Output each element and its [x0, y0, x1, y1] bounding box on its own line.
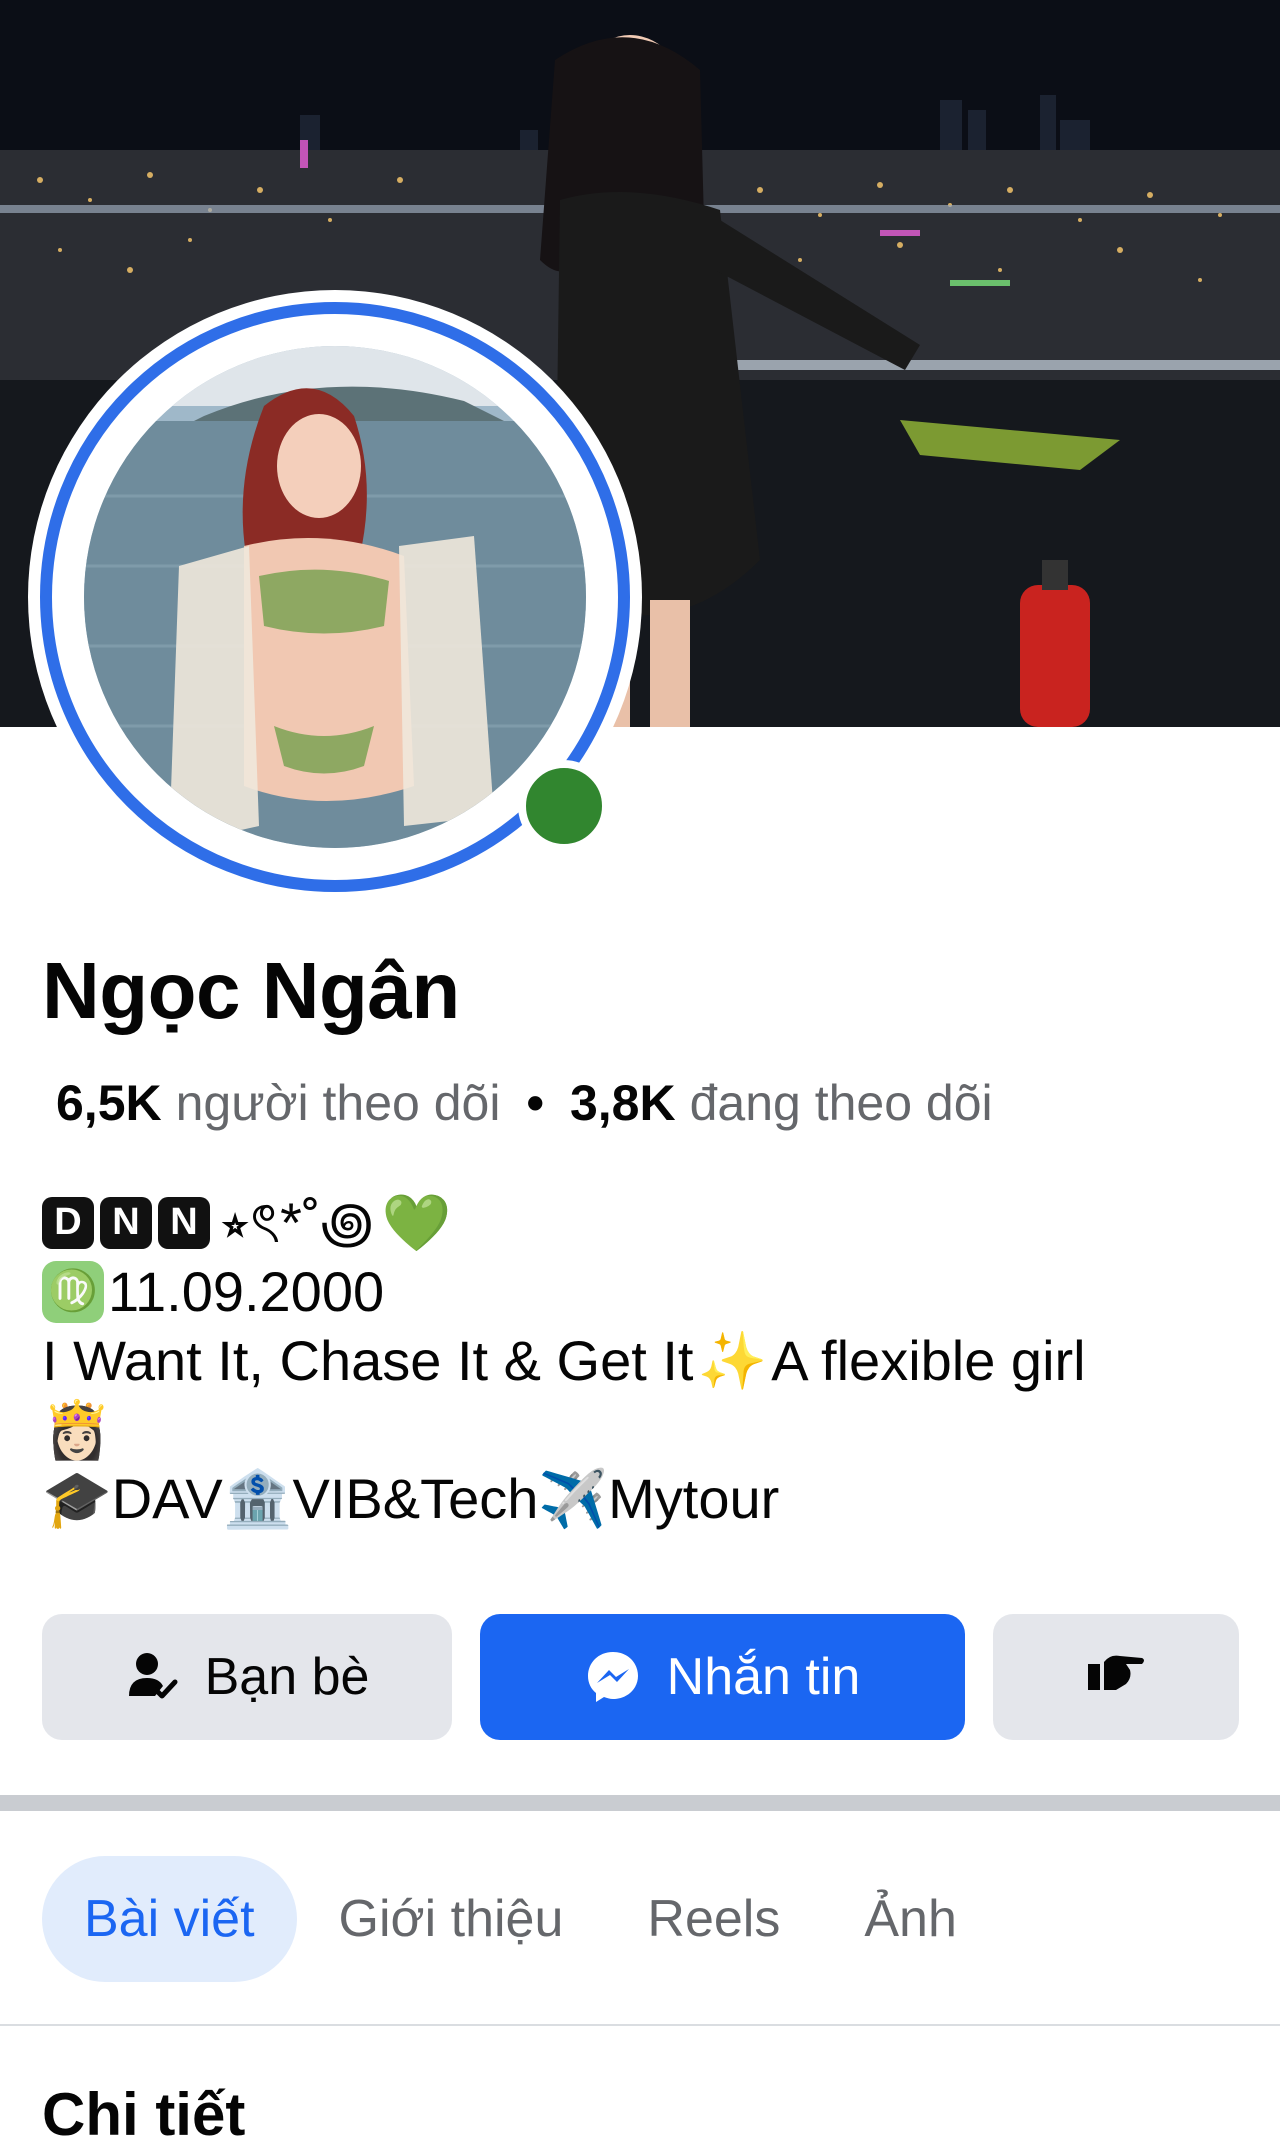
- profile-name: Ngọc Ngân: [42, 946, 460, 1035]
- sparkles-icon: ✨: [697, 1329, 768, 1392]
- bio-work: VIB&Tech: [292, 1467, 539, 1530]
- airplane-icon: ✈️: [538, 1467, 609, 1530]
- section-divider: [0, 1795, 1280, 1811]
- tab-about[interactable]: Giới thiệu: [297, 1856, 606, 1982]
- details-section-title: Chi tiết: [42, 2081, 246, 2148]
- bio-line-3: I Want It, Chase It & Get It ✨ A flexibl…: [42, 1326, 1252, 1395]
- tabs-divider: [0, 2024, 1280, 2026]
- follow-stats: 6,5K người theo dõi • 3,8K đang theo dõi: [56, 1073, 993, 1133]
- poke-button[interactable]: [993, 1614, 1239, 1740]
- green-heart-icon: 💚: [381, 1191, 452, 1254]
- message-button-label: Nhắn tin: [666, 1648, 861, 1706]
- followers-count[interactable]: 6,5K: [56, 1074, 162, 1132]
- bio-letter-n: N: [100, 1196, 152, 1249]
- friends-button-label: Bạn bè: [204, 1648, 370, 1706]
- bio-birthday: 11.09.2000: [108, 1260, 385, 1323]
- tab-photos[interactable]: Ảnh: [822, 1856, 999, 1982]
- online-status-indicator: [518, 760, 610, 852]
- bio-symbols: ⭒ৎ*˚꩜: [220, 1191, 374, 1254]
- bio-motto: I Want It, Chase It & Get It: [42, 1329, 694, 1392]
- profile-tabs: Bài viết Giới thiệu Reels Ảnh: [42, 1856, 999, 1982]
- friend-check-icon: [125, 1650, 179, 1704]
- stats-separator: •: [526, 1075, 544, 1131]
- princess-icon: 👸🏻: [42, 1398, 112, 1461]
- bio-letter-n-2: N: [158, 1196, 210, 1249]
- messenger-icon: [585, 1649, 641, 1705]
- message-button[interactable]: Nhắn tin: [480, 1614, 965, 1740]
- bio-motto-2: A flexible girl: [771, 1329, 1086, 1392]
- bio-line-4: 👸🏻: [42, 1395, 1252, 1464]
- friends-button[interactable]: Bạn bè: [42, 1614, 452, 1740]
- virgo-icon: ♍: [42, 1260, 104, 1323]
- profile-avatar[interactable]: [28, 290, 642, 904]
- pointing-hand-icon: [1086, 1647, 1146, 1707]
- bio-work-2: Mytour: [608, 1467, 780, 1530]
- bank-icon: 🏦: [222, 1467, 293, 1530]
- bio-line-1: D N N ⭒ৎ*˚꩜ 💚: [42, 1188, 1252, 1257]
- tab-posts[interactable]: Bài viết: [42, 1856, 297, 1982]
- following-label[interactable]: đang theo dõi: [690, 1074, 993, 1132]
- tab-reels[interactable]: Reels: [605, 1856, 822, 1982]
- bio-line-2: ♍ 11.09.2000: [42, 1257, 1252, 1326]
- bio-letter-d: D: [42, 1196, 94, 1249]
- bio-school: DAV: [111, 1467, 223, 1530]
- graduation-cap-icon: 🎓: [42, 1467, 112, 1530]
- profile-bio: D N N ⭒ৎ*˚꩜ 💚 ♍ 11.09.2000 I Want It, Ch…: [42, 1188, 1252, 1533]
- bio-line-5: 🎓 DAV 🏦 VIB&Tech ✈️ Mytour: [42, 1464, 1252, 1533]
- followers-label[interactable]: người theo dõi: [176, 1074, 501, 1132]
- following-count[interactable]: 3,8K: [570, 1074, 676, 1132]
- avatar-photo: [84, 346, 586, 848]
